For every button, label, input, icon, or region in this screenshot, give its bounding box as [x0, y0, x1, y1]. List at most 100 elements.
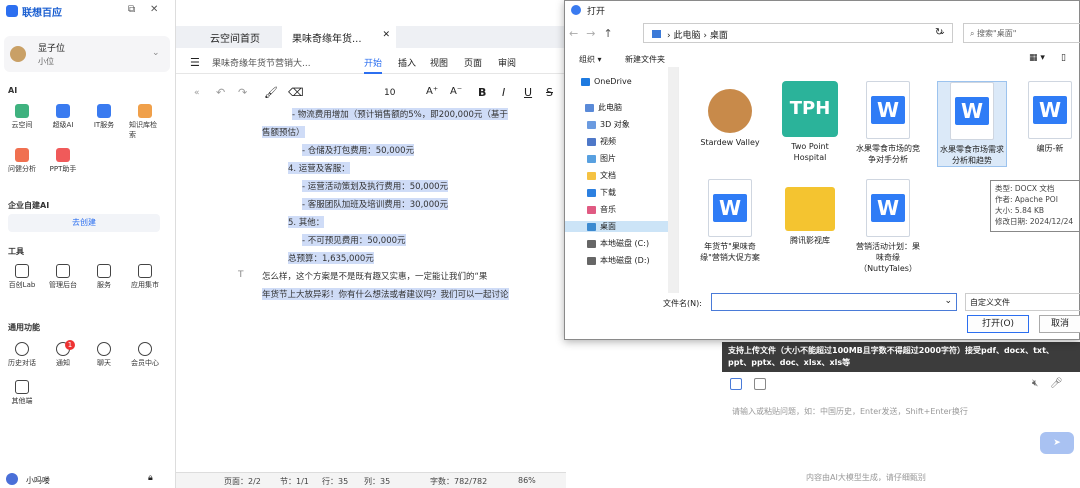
- doc-line[interactable]: 4. 运营及客服：: [288, 162, 350, 174]
- file-item[interactable]: Stardew Valley: [695, 81, 765, 148]
- bottom-avatar[interactable]: [6, 473, 18, 485]
- upload-file-icon[interactable]: [730, 378, 742, 390]
- italic-icon[interactable]: I: [502, 86, 505, 99]
- user-card[interactable]: 显子位 小位 ⌄: [4, 36, 170, 72]
- common-item[interactable]: 会员中心: [129, 342, 161, 368]
- tool-item[interactable]: 百创Lab: [6, 264, 38, 290]
- common-item[interactable]: 聊天: [88, 342, 120, 368]
- doc-line[interactable]: 售额预估）: [262, 126, 305, 138]
- tool-item[interactable]: 应用集市: [129, 264, 161, 290]
- tab-document[interactable]: 果味奇缘年货... ✕: [282, 26, 396, 48]
- nav-item[interactable]: 桌面: [565, 221, 668, 232]
- cancel-button[interactable]: 取消: [1039, 315, 1080, 333]
- ai-item[interactable]: 知识库检索: [129, 104, 161, 140]
- close-icon[interactable]: ✕: [150, 4, 158, 15]
- file-item[interactable]: W 水果零食市场的竞争对手分析: [853, 81, 923, 165]
- nav-item[interactable]: 此电脑: [585, 102, 622, 113]
- tools-title: 工具: [8, 247, 24, 256]
- chat-input[interactable]: 请输入或粘贴问题，如：中国历史，Enter发送，Shift+Enter换行: [732, 406, 1032, 417]
- nav-scrollbar[interactable]: [668, 67, 678, 293]
- file-item[interactable]: W 水果零食市场需求分析和趋势: [937, 81, 1007, 167]
- send-icon[interactable]: ➤: [1040, 432, 1074, 454]
- file-item[interactable]: W 编历-新: [1015, 81, 1080, 154]
- new-folder-button[interactable]: 新建文件夹: [625, 54, 665, 65]
- forward-icon[interactable]: →: [586, 27, 603, 40]
- mic-icon[interactable]: 🎤︎: [1050, 378, 1063, 389]
- filter-select[interactable]: 自定义文件: [965, 293, 1080, 311]
- doc-line[interactable]: - 客服团队加班及培训费用：30,000元: [302, 198, 449, 210]
- upload-image-icon[interactable]: [754, 378, 766, 390]
- menu-insert[interactable]: 插入: [398, 56, 416, 69]
- common-item[interactable]: 历史对话: [6, 342, 38, 368]
- font-shrink-icon[interactable]: A⁻: [450, 86, 462, 97]
- tool-item[interactable]: 服务: [88, 264, 120, 290]
- nav-item[interactable]: 图片: [587, 153, 616, 164]
- nav-item[interactable]: 本地磁盘 (D:): [587, 255, 650, 266]
- open-button[interactable]: 打开(O): [967, 315, 1029, 333]
- nav-item[interactable]: 下载: [587, 187, 616, 198]
- doc-line[interactable]: - 不可预见费用：50,000元: [302, 234, 406, 246]
- up-icon[interactable]: ↑: [603, 27, 620, 40]
- filename-dropdown-icon[interactable]: ⌄: [944, 296, 952, 306]
- bold-icon[interactable]: B: [478, 86, 486, 99]
- strike-icon[interactable]: S: [546, 86, 553, 99]
- format-painter-icon[interactable]: 🖌︎: [264, 86, 278, 99]
- file-item[interactable]: TPH Two Point Hospital: [775, 81, 845, 163]
- ai-item[interactable]: 云空间: [6, 104, 38, 140]
- breadcrumb-desktop[interactable]: 桌面: [710, 31, 728, 41]
- redo-icon[interactable]: ↷: [238, 86, 247, 99]
- tools-grid: 百创Lab 管理后台 服务 应用集市: [6, 264, 161, 290]
- create-button[interactable]: 去创建: [8, 214, 160, 232]
- nav-item[interactable]: 3D 对象: [587, 119, 630, 130]
- tool-item[interactable]: 管理后台: [47, 264, 79, 290]
- breadcrumb-pc[interactable]: 此电脑: [673, 31, 700, 41]
- preview-pane-icon[interactable]: ▯: [1061, 53, 1066, 63]
- doc-line[interactable]: - 物流费用增加（预计销售额的5%，即200,000元（基于: [292, 108, 508, 120]
- back-icon[interactable]: ←: [569, 27, 586, 40]
- search-box[interactable]: ⌕ 搜索"桌面": [963, 23, 1080, 43]
- doc-statusbar: 页面：2/2 节：1/1 行：35 列：35 字数：782/782 86%: [176, 472, 566, 488]
- collapse-icon[interactable]: «: [194, 88, 200, 98]
- tab-close-icon[interactable]: ✕: [382, 30, 390, 40]
- nav-item[interactable]: OneDrive: [581, 77, 632, 86]
- doc-line[interactable]: - 运营活动策划及执行费用：50,000元: [302, 180, 449, 192]
- doc-line[interactable]: - 仓储及打包费用：50,000元: [302, 144, 415, 156]
- ai-item[interactable]: PPT助手: [47, 148, 79, 174]
- tab-home[interactable]: 云空间首页: [200, 26, 270, 48]
- address-bar[interactable]: › 此电脑 › 桌面 ⌄: [643, 23, 953, 43]
- mute-icon[interactable]: 🔇︎: [1032, 378, 1038, 389]
- view-options-icon[interactable]: ▦ ▾: [1029, 53, 1045, 63]
- filename-input[interactable]: ⌄: [711, 293, 957, 311]
- brand-name: 联想百应: [22, 7, 62, 19]
- doc-line[interactable]: 5. 其他：: [288, 216, 325, 228]
- font-grow-icon[interactable]: A⁺: [426, 86, 438, 97]
- extra-item[interactable]: 其他端: [6, 380, 38, 406]
- eraser-icon[interactable]: ⌫: [288, 86, 304, 99]
- lock-icon[interactable]: 🔒︎: [148, 473, 153, 483]
- nav-item[interactable]: 音乐: [587, 204, 616, 215]
- nav-item[interactable]: 本地磁盘 (C:): [587, 238, 649, 249]
- file-item[interactable]: W 年货节"果味奇缘"营销大促方案: [695, 179, 765, 263]
- menu-page[interactable]: 页面: [464, 56, 482, 69]
- hamburger-icon[interactable]: ☰: [190, 56, 200, 69]
- ai-item[interactable]: 超级AI: [47, 104, 79, 140]
- nav-item[interactable]: 视频: [587, 136, 616, 147]
- organize-button[interactable]: 组织 ▾: [579, 54, 602, 65]
- doc-line[interactable]: 怎么样，这个方案是不是既有趣又实惠，一定能让我们的“果: [262, 270, 487, 282]
- menu-review[interactable]: 审阅: [498, 56, 516, 69]
- nav-item[interactable]: 文档: [587, 170, 616, 181]
- ai-item[interactable]: 问健分析: [6, 148, 38, 174]
- ai-item[interactable]: IT服务: [88, 104, 120, 140]
- menu-view[interactable]: 视图: [430, 56, 448, 69]
- underline-icon[interactable]: U: [524, 86, 532, 99]
- restore-icon[interactable]: ⧉: [128, 4, 135, 15]
- undo-icon[interactable]: ↶: [216, 86, 225, 99]
- file-item[interactable]: W 营销活动计划：果味奇缘（NuttyTales）: [853, 179, 923, 274]
- menu-start[interactable]: 开始: [364, 56, 383, 74]
- doc-line[interactable]: 总预算：1,635,000元: [288, 252, 374, 264]
- file-item[interactable]: 腾讯影视库: [775, 179, 845, 246]
- refresh-icon[interactable]: ↻: [935, 27, 943, 38]
- doc-line[interactable]: 年货节上大放异彩！你有什么想法或者建议吗？我们可以一起讨论: [262, 288, 509, 300]
- font-size-select[interactable]: 10: [384, 88, 395, 98]
- doc-page[interactable]: - 物流费用增加（预计销售额的5%，即200,000元（基于售额预估） - 仓储及…: [194, 108, 566, 470]
